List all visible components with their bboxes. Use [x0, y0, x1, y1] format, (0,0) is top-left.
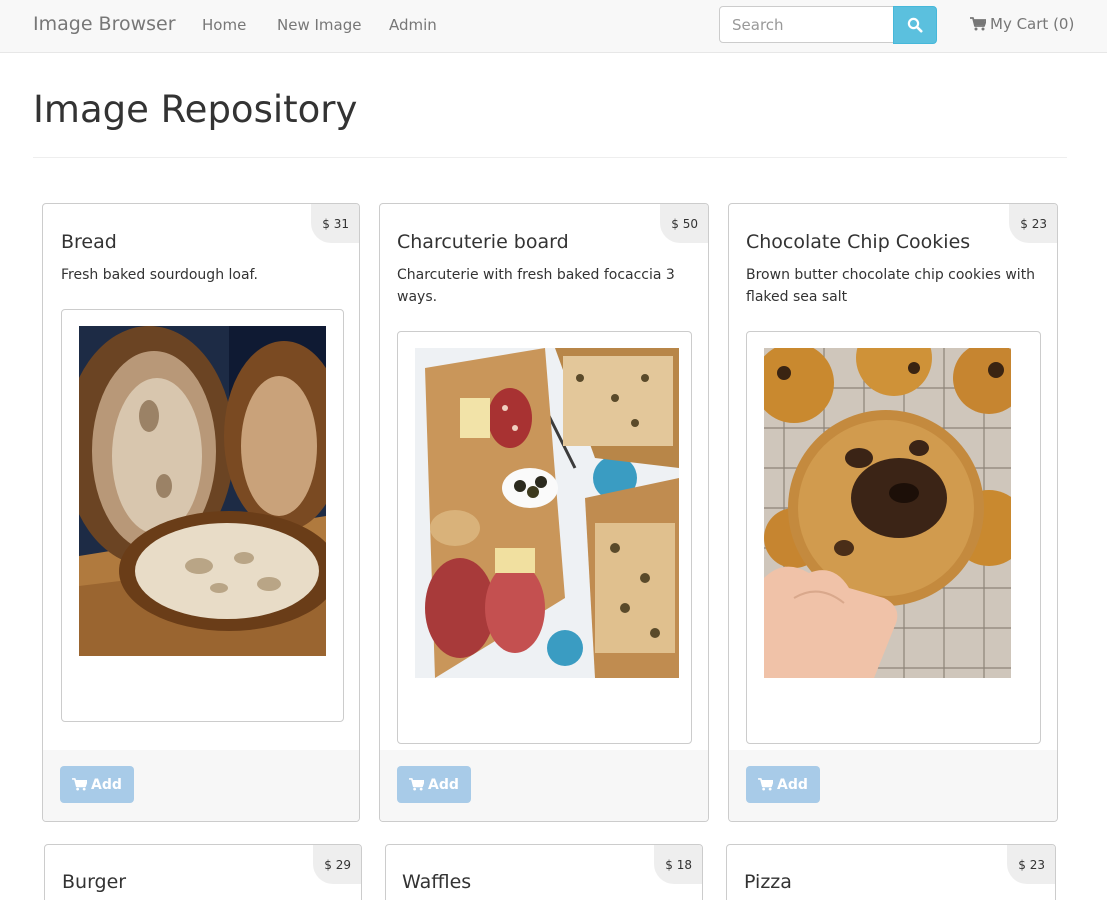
brand-link[interactable]: Image Browser — [33, 13, 176, 35]
cart-icon — [72, 778, 88, 791]
search-icon — [907, 17, 923, 33]
nav-admin-link[interactable]: Admin — [389, 16, 437, 34]
price-badge: $ 50 — [660, 204, 708, 243]
product-title: Bread — [61, 231, 117, 253]
product-description: Brown butter chocolate chip cookies with… — [746, 267, 1036, 305]
cart-label: My Cart (0) — [990, 15, 1075, 33]
price-badge: $ 23 — [1009, 204, 1057, 243]
cart-icon — [409, 778, 425, 791]
page-title: Image Repository — [33, 88, 358, 131]
add-to-cart-button[interactable]: Add — [397, 766, 471, 803]
image-thumbnail[interactable] — [746, 331, 1041, 744]
price-badge: $ 23 — [1007, 845, 1055, 884]
add-button-label: Add — [91, 776, 122, 793]
price-badge: $ 29 — [313, 845, 361, 884]
image-thumbnail[interactable] — [397, 331, 692, 744]
add-to-cart-button[interactable]: Add — [746, 766, 820, 803]
bread-photo — [79, 326, 326, 656]
product-card: $ 29 Burger — [44, 844, 362, 900]
product-title: Chocolate Chip Cookies — [746, 231, 971, 253]
navbar: Image Browser Home New Image Admin My Ca… — [0, 0, 1107, 53]
image-thumbnail[interactable] — [61, 309, 344, 722]
nav-home-link[interactable]: Home — [202, 16, 246, 34]
nav-new-image-link[interactable]: New Image — [277, 16, 361, 34]
search-input[interactable] — [719, 6, 894, 43]
product-title: Waffles — [402, 871, 472, 893]
cookie-photo — [764, 348, 1011, 678]
price-badge: $ 18 — [654, 845, 702, 884]
card-footer: Add — [43, 750, 359, 821]
product-card: $ 31 Bread Fresh baked sourdough loaf. A… — [42, 203, 360, 822]
charcuterie-photo — [415, 348, 679, 678]
cart-link[interactable]: My Cart (0) — [970, 15, 1074, 33]
product-title: Burger — [62, 871, 127, 893]
card-footer: Add — [729, 750, 1057, 821]
product-card: $ 23 Pizza — [726, 844, 1056, 900]
product-card: $ 50 Charcuterie board Charcuterie with … — [379, 203, 709, 822]
product-card: $ 18 Waffles — [385, 844, 703, 900]
product-description: Charcuterie with fresh baked focaccia 3 … — [397, 267, 675, 305]
cart-icon — [970, 17, 986, 31]
add-button-label: Add — [777, 776, 808, 793]
search-button[interactable] — [893, 6, 937, 44]
product-title: Charcuterie board — [397, 231, 569, 253]
header-divider — [33, 157, 1067, 158]
add-button-label: Add — [428, 776, 459, 793]
price-badge: $ 31 — [311, 204, 359, 243]
product-card: $ 23 Chocolate Chip Cookies Brown butter… — [728, 203, 1058, 822]
card-footer: Add — [380, 750, 708, 821]
cart-icon — [758, 778, 774, 791]
product-title: Pizza — [744, 871, 792, 893]
product-description: Fresh baked sourdough loaf. — [61, 267, 258, 283]
add-to-cart-button[interactable]: Add — [60, 766, 134, 803]
